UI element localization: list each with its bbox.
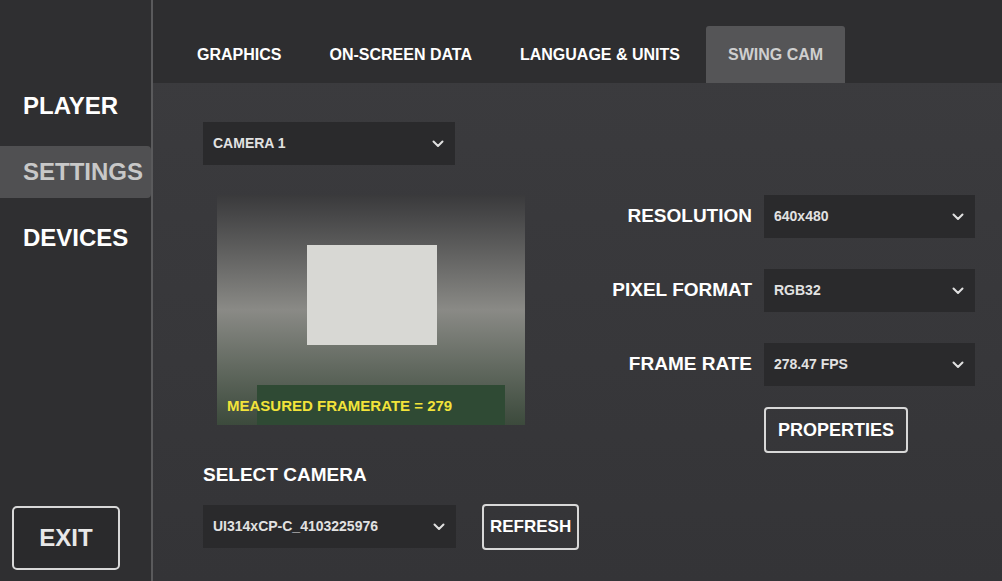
- select-camera-dropdown-value: UI314xCP-C_4103225976: [213, 516, 378, 537]
- sidebar-item[interactable]: SETTINGS: [0, 146, 151, 198]
- setting-row: PIXEL FORMAT RGB32: [612, 269, 975, 312]
- sidebar-item-label: SETTINGS: [23, 154, 143, 190]
- tab[interactable]: ON-SCREEN DATA: [307, 26, 494, 83]
- setting-row: RESOLUTION 640x480: [627, 195, 975, 238]
- tab[interactable]: GRAPHICS: [175, 26, 303, 83]
- sidebar-item-label: PLAYER: [23, 88, 118, 124]
- sidebar-item-label: DEVICES: [23, 220, 128, 256]
- swing-cam-panel: CAMERA 1 MEASURED FRAMERATE = 279 SELECT C…: [153, 83, 1002, 581]
- exit-button[interactable]: EXIT: [12, 506, 120, 570]
- refresh-label: REFRESH: [490, 514, 571, 540]
- setting-dropdown-value: 278.47 FPS: [774, 354, 848, 375]
- properties-area: PROPERTIES: [764, 407, 975, 453]
- chevron-down-icon: [432, 520, 446, 534]
- properties-button[interactable]: PROPERTIES: [764, 407, 908, 453]
- camera-dropdown-value: CAMERA 1: [213, 133, 286, 154]
- chevron-down-icon: [951, 358, 965, 372]
- tab-label: GRAPHICS: [197, 43, 281, 67]
- chevron-down-icon: [431, 137, 445, 151]
- chevron-down-icon: [951, 210, 965, 224]
- setting-label: PIXEL FORMAT: [612, 276, 752, 305]
- framerate-overlay: MEASURED FRAMERATE = 279: [227, 395, 452, 418]
- sidebar-item[interactable]: DEVICES: [0, 212, 151, 264]
- tab-label: ON-SCREEN DATA: [329, 43, 472, 67]
- chevron-down-icon: [951, 284, 965, 298]
- setting-label: RESOLUTION: [627, 202, 752, 231]
- preview-screen: [307, 245, 437, 345]
- setting-dropdown[interactable]: 640x480: [764, 195, 975, 238]
- sidebar-list: PLAYER SETTINGS DEVICES: [0, 0, 151, 278]
- exit-area: EXIT: [0, 506, 151, 581]
- setting-dropdown[interactable]: 278.47 FPS: [764, 343, 975, 386]
- tab-label: LANGUAGE & UNITS: [520, 43, 680, 67]
- select-camera-dropdown[interactable]: UI314xCP-C_4103225976: [203, 505, 456, 548]
- tab-bar: GRAPHICS ON-SCREEN DATA LANGUAGE & UNITS SW…: [153, 0, 1002, 83]
- setting-dropdown-value: 640x480: [774, 206, 829, 227]
- tab[interactable]: SWING CAM: [706, 26, 845, 83]
- sidebar-item[interactable]: PLAYER: [0, 80, 151, 132]
- exit-label: EXIT: [39, 520, 92, 556]
- main-panel: GRAPHICS ON-SCREEN DATA LANGUAGE & UNITS SW…: [153, 0, 1002, 581]
- setting-dropdown-value: RGB32: [774, 280, 821, 301]
- refresh-button[interactable]: REFRESH: [482, 504, 579, 550]
- setting-label: FRAME RATE: [629, 350, 752, 379]
- tab-label: SWING CAM: [728, 43, 823, 67]
- camera-column: CAMERA 1 MEASURED FRAMERATE = 279 SELECT C…: [203, 122, 579, 581]
- select-camera-label: SELECT CAMERA: [203, 461, 579, 490]
- sidebar: PLAYER SETTINGS DEVICES EXIT: [0, 0, 153, 581]
- camera-settings: RESOLUTION 640x480 PIXEL FORMAT RGB32 FRAME …: [612, 122, 975, 581]
- tab[interactable]: LANGUAGE & UNITS: [498, 26, 702, 83]
- setting-dropdown[interactable]: RGB32: [764, 269, 975, 312]
- camera-preview: MEASURED FRAMERATE = 279: [217, 195, 525, 425]
- camera-dropdown[interactable]: CAMERA 1: [203, 122, 455, 165]
- properties-label: PROPERTIES: [778, 417, 894, 444]
- setting-row: FRAME RATE 278.47 FPS: [629, 343, 975, 386]
- select-camera-row: UI314xCP-C_4103225976 REFRESH: [203, 504, 579, 550]
